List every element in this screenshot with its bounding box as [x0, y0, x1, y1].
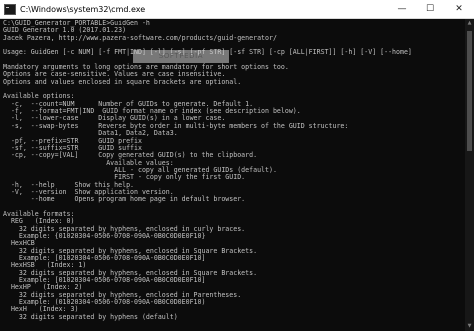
- console-line: Example: {01020304-0506-0708-090A-0B0C0D…: [3, 231, 206, 240]
- scroll-up-icon[interactable]: ▲: [465, 19, 474, 28]
- console-output[interactable]: C:\GUID_Generator_PORTABLE>GuidGen -h GUI…: [3, 20, 465, 331]
- console-line: Usage: GuidGen [-c NUM] [-f FMT|IND] [-l…: [3, 48, 412, 57]
- scroll-down-icon[interactable]: ▼: [465, 322, 474, 331]
- maximize-button[interactable]: ☐: [416, 0, 444, 18]
- close-button[interactable]: ✕: [444, 0, 474, 18]
- console-window: C:\Windows\system32\cmd.exe — ☐ ✕ C:\GUI…: [0, 0, 474, 331]
- console-icon: [4, 3, 16, 15]
- window-controls: — ☐ ✕: [388, 0, 474, 18]
- title-bar[interactable]: C:\Windows\system32\cmd.exe — ☐ ✕: [0, 0, 474, 19]
- console-line: --home Opens program home page in defaul…: [3, 195, 246, 204]
- console-line: Options and values enclosed in square br…: [3, 77, 242, 86]
- console-line: 32 digits separated by hyphens (default): [3, 312, 178, 321]
- window-title: C:\Windows\system32\cmd.exe: [20, 4, 146, 14]
- minimize-button[interactable]: —: [388, 0, 416, 18]
- scroll-thumb[interactable]: [467, 31, 472, 151]
- softpedia-watermark: SOFTPEDIA: [133, 50, 229, 63]
- vertical-scrollbar[interactable]: ▲ ▼: [465, 19, 474, 331]
- console-line: Jacek Pazera, http://www.pazera-software…: [3, 33, 277, 42]
